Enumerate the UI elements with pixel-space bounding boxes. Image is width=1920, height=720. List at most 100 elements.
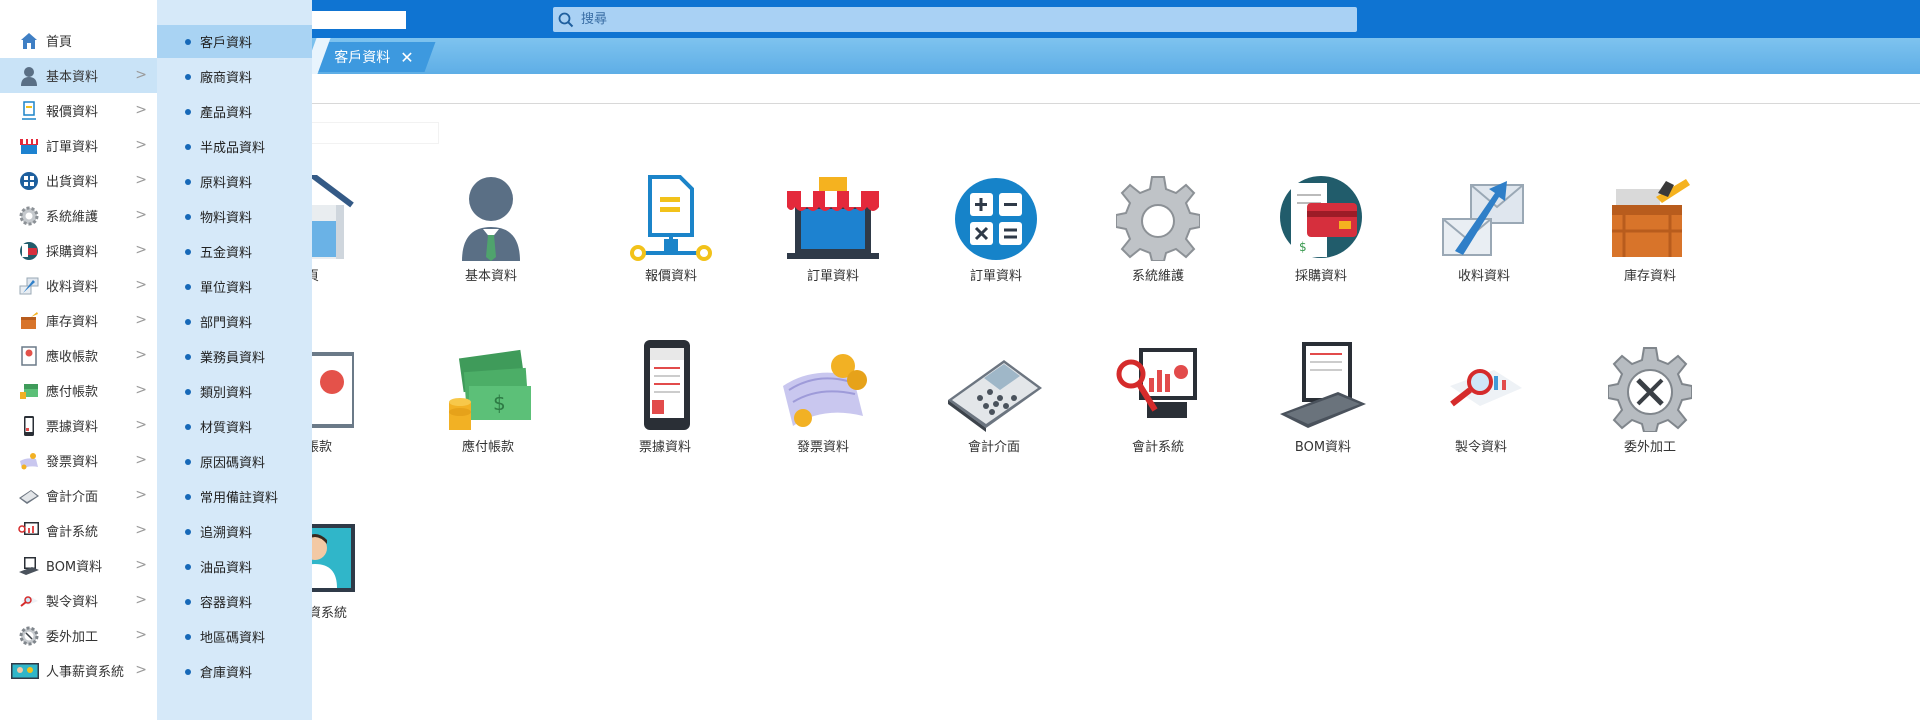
sidebar-item-home[interactable]: 首頁 [0, 23, 157, 58]
tab-label: 客戶資料 [334, 50, 391, 66]
sidebar-item-label: 人事薪資系統 [46, 665, 125, 680]
sidebar-item-system-maintenance[interactable]: 系統維護 > [0, 198, 157, 233]
tile-quote-data[interactable]: 報價資料 [606, 175, 736, 284]
chevron-right-icon: > [135, 172, 147, 188]
submenu-item-texture[interactable]: 材質資料 [157, 410, 312, 443]
submenu-item-material[interactable]: 物料資料 [157, 200, 312, 233]
laptop-icon [1280, 342, 1366, 428]
sidebar-item-hr-payroll[interactable]: 人事薪資系統 > [0, 653, 157, 688]
tile-accounting-interface[interactable]: 會計介面 [929, 346, 1059, 455]
sidebar-item-notes-data[interactable]: 票據資料 > [0, 408, 157, 443]
store-icon [18, 135, 40, 157]
sidebar-item-accounting-system[interactable]: 會計系統 > [0, 513, 157, 548]
tile-label: 會計系統 [1131, 440, 1184, 455]
tile-invoice-data[interactable]: 發票資料 [758, 346, 888, 455]
sidebar-item-receivable[interactable]: 應收帳款 > [0, 338, 157, 373]
submenu-item-common-notes[interactable]: 常用備註資料 [157, 480, 312, 513]
sidebar-item-payable[interactable]: 應付帳款 > [0, 373, 157, 408]
tile-receive-data[interactable]: 收料資料 [1419, 175, 1549, 284]
tile-notes-data[interactable]: 票據資料 [600, 338, 730, 455]
submenu-item-customer[interactable]: 客戶資料 [157, 25, 312, 58]
sidebar-item-bom-data[interactable]: BOM資料 > [0, 548, 157, 583]
sidebar-item-label: 應收帳款 [46, 350, 99, 365]
sidebar-item-accounting-interface[interactable]: 會計介面 > [0, 478, 157, 513]
submenu-item-product[interactable]: 產品資料 [157, 95, 312, 128]
magnifier-icon [1450, 369, 1522, 407]
submenu-item-reason-code[interactable]: 原因碼資料 [157, 445, 312, 478]
tile-bom-data[interactable]: BOM資料 [1258, 338, 1388, 455]
sidebar-item-invoice-data[interactable]: 發票資料 > [0, 443, 157, 478]
phone-icon [644, 340, 690, 430]
tile-label: 應付帳款 [461, 440, 514, 455]
submenu-item-hardware[interactable]: 五金資料 [157, 235, 312, 268]
sidebar-item-shipping-data[interactable]: 出貨資料 > [0, 163, 157, 198]
sidebar-item-manufacturing-order[interactable]: 製令資料 > [0, 583, 157, 618]
bullet-icon [185, 213, 191, 220]
tile-manufacturing-order[interactable]: 製令資料 [1416, 346, 1546, 455]
submenu-item-label: 材質資料 [200, 421, 253, 436]
submenu-item-warehouse[interactable]: 倉庫資料 [157, 655, 312, 688]
top-input[interactable] [300, 11, 406, 29]
tile-label: 票據資料 [638, 440, 691, 455]
tab-customer[interactable]: 客戶資料 ✕ [312, 42, 436, 72]
submenu-item-label: 廠商資料 [200, 71, 253, 86]
submenu-item-region-code[interactable]: 地區碼資料 [157, 620, 312, 653]
submenu-item-category[interactable]: 類別資料 [157, 375, 312, 408]
search-input[interactable] [579, 7, 1357, 32]
tile-order-data[interactable]: 訂單資料 [768, 175, 898, 284]
sidebar-item-quote-data[interactable]: 報價資料 > [0, 93, 157, 128]
submenu-item-traceability[interactable]: 追溯資料 [157, 515, 312, 548]
tile-outsourcing[interactable]: 委外加工 [1585, 346, 1715, 455]
credit-card-icon: $ [1280, 176, 1362, 258]
submenu-item-unit[interactable]: 單位資料 [157, 270, 312, 303]
submenu-item-semi-finished[interactable]: 半成品資料 [157, 130, 312, 163]
invoice-icon [18, 450, 40, 472]
bullet-icon [185, 633, 191, 640]
tile-order-data-2[interactable]: 訂單資料 [931, 175, 1061, 284]
search-box[interactable] [553, 7, 1357, 32]
quote-icon [630, 175, 712, 261]
tile-accounting-system[interactable]: 會計系統 [1093, 344, 1223, 455]
bullet-icon [185, 353, 191, 360]
sidebar-item-label: 會計介面 [46, 490, 99, 505]
sidebar-item-label: 委外加工 [46, 630, 99, 645]
sidebar-item-basic-data[interactable]: 基本資料 > [0, 58, 157, 93]
cash-icon: $ [449, 349, 531, 430]
sidebar-item-label: 首頁 [46, 35, 73, 50]
tile-payable[interactable]: $ 應付帳款 [423, 346, 553, 455]
submenu-item-salesperson[interactable]: 業務員資料 [157, 340, 312, 373]
bullet-icon [185, 38, 191, 45]
submenu-item-vendor[interactable]: 廠商資料 [157, 60, 312, 93]
tile-purchase-data[interactable]: $ 採購資料 [1256, 175, 1386, 284]
sidebar-item-order-data[interactable]: 訂單資料 > [0, 128, 157, 163]
tile-label: 發票資料 [796, 440, 849, 455]
home-icon [18, 30, 40, 52]
gear-icon [18, 205, 40, 227]
submenu-item-oil[interactable]: 油品資料 [157, 550, 312, 583]
sidebar-item-outsourcing[interactable]: 委外加工 > [0, 618, 157, 653]
quote-icon [18, 100, 40, 122]
chevron-right-icon: > [135, 312, 147, 328]
sidebar-item-purchase-data[interactable]: 採購資料 > [0, 233, 157, 268]
tile-label: 系統維護 [1131, 269, 1184, 284]
search-icon[interactable] [553, 7, 579, 32]
divider-box [312, 122, 439, 144]
submenu-item-container[interactable]: 容器資料 [157, 585, 312, 618]
tile-system-maintenance[interactable]: 系統維護 [1093, 175, 1223, 284]
close-icon[interactable]: ✕ [400, 48, 413, 67]
sidebar-item-receive-data[interactable]: 收料資料 > [0, 268, 157, 303]
tile-basic-data[interactable]: 基本資料 [426, 175, 556, 284]
submenu-panel: 客戶資料 廠商資料 產品資料 半成品資料 原料資料 物料資料 五金資料 單位資料… [157, 0, 312, 720]
chevron-right-icon: > [135, 67, 147, 83]
tile-inventory-data[interactable]: 庫存資料 [1585, 175, 1715, 284]
bullet-icon [185, 143, 191, 150]
sidebar-item-inventory-data[interactable]: 庫存資料 > [0, 303, 157, 338]
shipping-icon [18, 170, 40, 192]
crate-icon [1612, 179, 1690, 257]
submenu-item-department[interactable]: 部門資料 [157, 305, 312, 338]
submenu-item-label: 常用備註資料 [200, 491, 279, 506]
tile-label: 會計介面 [967, 440, 1020, 455]
submenu-item-raw-material[interactable]: 原料資料 [157, 165, 312, 198]
calculator-round-icon [955, 178, 1037, 260]
chevron-right-icon: > [135, 452, 147, 468]
